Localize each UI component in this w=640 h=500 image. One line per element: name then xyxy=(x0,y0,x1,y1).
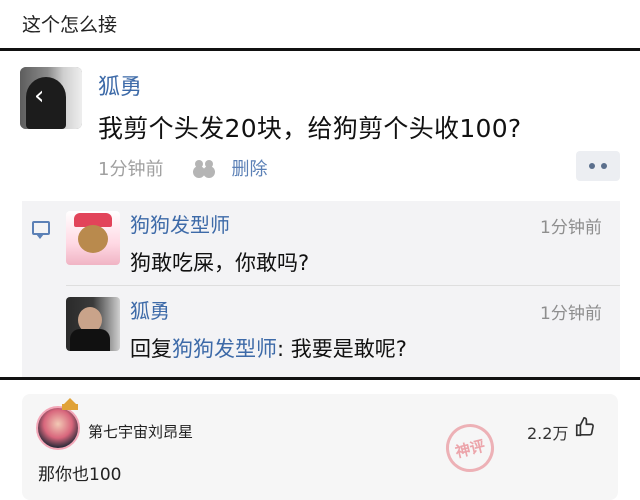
comment-icon xyxy=(32,221,50,239)
comments-panel: 狗狗发型师 1分钟前 狗敢吃屎，你敢吗? 狐勇 1分钟前 回复狗狗发型师: 我要… xyxy=(22,201,620,377)
crown-icon xyxy=(62,398,78,410)
commenter-avatar[interactable] xyxy=(66,211,120,265)
more-options-button[interactable] xyxy=(576,151,620,181)
comment-time: 1分钟前 xyxy=(540,304,602,324)
comment-author-name[interactable]: 狗狗发型师 xyxy=(130,209,230,238)
avatar[interactable]: ‹ xyxy=(20,67,82,129)
avatar-figure xyxy=(26,77,66,129)
post-time: 1分钟前 xyxy=(98,159,164,180)
reply-text: 那你也100 xyxy=(38,465,122,485)
comment-author-name[interactable]: 狐勇 xyxy=(130,295,170,324)
people-icon xyxy=(193,160,217,176)
comment-time: 1分钟前 xyxy=(540,218,602,238)
comment-text: 狗敢吃屎，你敢吗? xyxy=(130,251,310,275)
reply-prefix: 回复 xyxy=(130,337,172,361)
dot-icon xyxy=(589,163,595,169)
dot-icon xyxy=(601,163,607,169)
back-chevron-icon[interactable]: ‹ xyxy=(34,81,44,111)
post-author-name[interactable]: 狐勇 xyxy=(98,69,142,101)
stamp-badge: 神评 xyxy=(440,418,500,478)
delete-button[interactable]: 删除 xyxy=(231,155,267,181)
avatar-dog-face xyxy=(78,225,108,253)
comment-text: 回复狗狗发型师: 我要是敢呢? xyxy=(130,333,407,363)
reply-text: : 我要是敢呢? xyxy=(277,337,407,361)
moments-screenshot: ‹ 狐勇 我剪个头发20块，给狗剪个头收100? 1分钟前 删除 狗狗发型师 1… xyxy=(0,48,640,380)
reply-username[interactable]: 第七宇宙刘昂星 xyxy=(88,421,193,442)
post-text: 我剪个头发20块，给狗剪个头收100? xyxy=(98,114,522,143)
mention-link[interactable]: 狗狗发型师 xyxy=(172,337,277,361)
thumbs-up-icon[interactable] xyxy=(574,416,596,438)
divider xyxy=(66,285,620,286)
commenter-avatar[interactable] xyxy=(66,297,120,351)
avatar[interactable] xyxy=(36,406,80,450)
avatar-body xyxy=(70,329,110,351)
reply-card: 第七宇宙刘昂星 神评 2.2万 那你也100 xyxy=(22,394,618,500)
like-count: 2.2万 xyxy=(527,424,569,443)
post-meta: 1分钟前 删除 xyxy=(98,155,267,181)
post-title: 这个怎么接 xyxy=(22,14,118,36)
